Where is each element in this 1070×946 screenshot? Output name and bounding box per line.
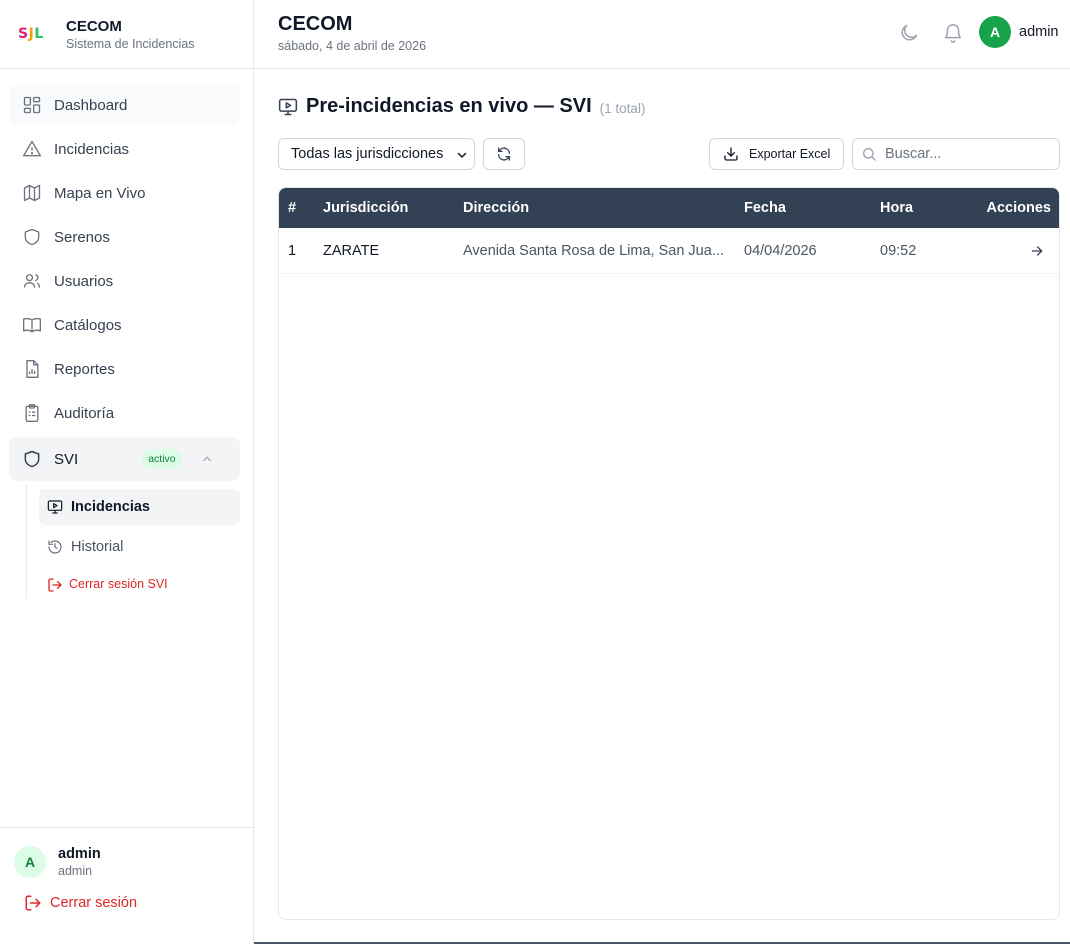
download-icon [723,146,739,162]
sidebar-item-usuarios[interactable]: Usuarios [9,261,240,301]
sidebar-item-label: Auditoría [54,404,115,422]
jurisdiction-select[interactable]: Todas las jurisdicciones [278,138,475,170]
sidebar-item-label: Reportes [54,360,115,378]
table-row[interactable]: 1 ZARATE Avenida Santa Rosa de Lima, San… [279,228,1059,274]
export-excel-button[interactable]: Exportar Excel [709,138,844,170]
logout-button[interactable]: Cerrar sesión [0,878,253,912]
monitor-play-icon [278,97,298,117]
status-badge: activo [142,449,182,469]
subnav-item-incidencias[interactable]: Incidencias [39,489,240,525]
header-date: sábado, 4 de abril de 2026 [278,39,427,53]
sidebar-item-mapa[interactable]: Mapa en Vivo [9,173,240,213]
column-header-direccion[interactable]: Dirección [463,200,529,216]
shield-icon [22,449,42,469]
arrow-right-icon[interactable] [1029,243,1045,259]
user-card: A admin admin [0,828,253,878]
sidebar-item-auditoria[interactable]: Auditoría [9,393,240,433]
book-icon [22,315,42,335]
logout-icon [47,577,62,592]
brand-title: CECOM [66,17,122,35]
sidebar-footer: A admin admin Cerrar sesión [0,827,253,944]
total-count: (1 total) [599,101,646,116]
column-header-hora[interactable]: Hora [880,200,913,216]
sidebar-item-serenos[interactable]: Serenos [9,217,240,257]
shield-icon [22,227,42,247]
users-icon [22,271,42,291]
monitor-play-icon [47,499,63,515]
brand-logo: SJL [18,26,44,42]
page-title: Pre-incidencias en vivo — SVI [306,95,592,117]
app-window: SJL CECOM Sistema de Incidencias Dashboa… [0,0,1070,944]
subnav-item-historial[interactable]: Historial [39,529,240,565]
sidebar-item-label: Usuarios [54,272,114,290]
sidebar-item-dashboard[interactable]: Dashboard [9,85,240,125]
sidebar-item-label: Incidencias [54,140,130,158]
svi-logout-button[interactable]: Cerrar sesión SVI [39,569,240,599]
svi-logout-label: Cerrar sesión SVI [69,577,168,591]
sidebar-item-label: Catálogos [54,316,122,334]
brand-subtitle: Sistema de Incidencias [66,36,195,51]
sidebar-item-svi[interactable]: SVI activo [9,437,240,481]
sidebar-item-label: SVI [54,450,79,468]
clipboard-icon [22,403,42,423]
svi-subnav: Incidencias Historial Cerrar sesión SVI [26,485,240,599]
export-label: Exportar Excel [749,147,831,161]
subnav-item-label: Incidencias [71,499,150,515]
avatar: A [14,846,46,878]
avatar[interactable]: A [979,16,1011,48]
search-icon [861,146,877,162]
top-header: CECOM sábado, 4 de abril de 2026 A admin [254,0,1070,69]
cell-direccion: Avenida Santa Rosa de Lima, San Jua... [463,243,724,259]
header-title: CECOM [278,13,353,35]
cell-hora: 09:52 [880,243,917,259]
cell-fecha: 04/04/2026 [744,243,817,259]
column-header-jurisdiccion[interactable]: Jurisdicción [323,200,408,216]
logout-icon [24,894,42,912]
cell-number: 1 [288,243,297,259]
search-input[interactable] [885,146,1055,162]
sidebar-item-label: Mapa en Vivo [54,184,146,202]
refresh-button[interactable] [483,138,525,170]
column-header-acciones: Acciones [986,200,1051,216]
brand: SJL CECOM Sistema de Incidencias [0,0,253,69]
table-header: # Jurisdicción Dirección Fecha Hora Acci… [279,188,1059,228]
sidebar-item-catalogos[interactable]: Catálogos [9,305,240,345]
refresh-icon [496,146,512,162]
chevron-down-icon [456,149,468,161]
sidebar-item-reportes[interactable]: Reportes [9,349,240,389]
history-icon [47,539,63,555]
moon-icon[interactable] [898,22,920,44]
brand-text: CECOM Sistema de Incidencias [66,18,195,51]
user-role: admin [58,864,93,878]
bell-icon[interactable] [942,22,964,44]
sidebar-nav: Dashboard Incidencias Mapa en Vivo Seren… [0,69,253,599]
search-box [852,138,1060,170]
user-name: admin [58,846,101,862]
alert-triangle-icon [22,139,42,159]
map-icon [22,183,42,203]
jurisdiction-select-value: Todas las jurisdicciones [291,146,444,162]
report-icon [22,359,42,379]
column-header-number[interactable]: # [288,200,296,216]
page-header: Pre-incidencias en vivo — SVI (1 total) [278,95,645,118]
cell-jurisdiccion: ZARATE [323,243,380,259]
sidebar-item-label: Serenos [54,228,110,246]
column-header-fecha[interactable]: Fecha [744,200,786,216]
subnav-item-label: Historial [71,539,124,555]
main-content: Pre-incidencias en vivo — SVI (1 total) … [278,69,1060,944]
sidebar-item-incidencias[interactable]: Incidencias [9,129,240,169]
dashboard-icon [22,95,42,115]
chevron-up-icon[interactable] [200,452,214,466]
sidebar-item-label: Dashboard [54,96,128,114]
toolbar: Todas las jurisdicciones Exportar Excel [278,138,1060,170]
logout-label: Cerrar sesión [50,895,138,911]
header-user-name[interactable]: admin [1019,24,1059,40]
sidebar: SJL CECOM Sistema de Incidencias Dashboa… [0,0,254,944]
pre-incidents-table: # Jurisdicción Dirección Fecha Hora Acci… [278,187,1060,920]
